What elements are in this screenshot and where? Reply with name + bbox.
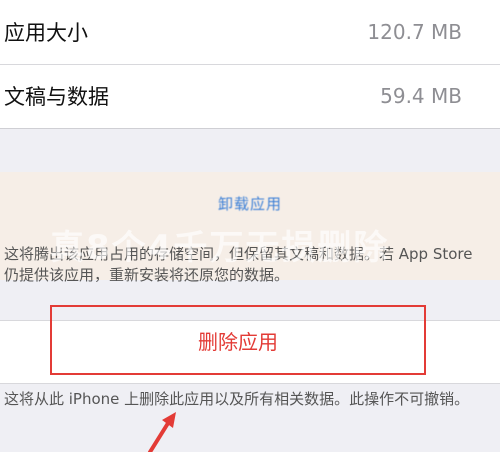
documents-data-label: 文稿与数据 xyxy=(4,85,109,109)
app-size-label: 应用大小 xyxy=(4,21,88,45)
annotation-arrow-icon xyxy=(148,412,176,452)
delete-description: 这将从此 iPhone 上删除此应用以及所有相关数据。此操作不可撤销。 xyxy=(4,390,470,408)
delete-app-button[interactable]: 删除应用 xyxy=(50,305,426,375)
offload-app-label: 卸载应用 xyxy=(217,194,282,213)
storage-info-group: 应用大小 120.7 MB 文稿与数据 59.4 MB xyxy=(0,0,500,129)
delete-app-label: 删除应用 xyxy=(198,329,278,354)
offload-description: 这将腾出该应用占用的存储空间，但保留其文稿和数据。若 App Store 仍提供… xyxy=(4,245,473,284)
offload-app-button[interactable]: 卸载应用 xyxy=(0,172,500,234)
app-size-row: 应用大小 120.7 MB xyxy=(0,0,500,64)
app-size-value: 120.7 MB xyxy=(367,20,462,44)
documents-data-row: 文稿与数据 59.4 MB xyxy=(0,64,500,128)
documents-data-value: 59.4 MB xyxy=(380,84,462,108)
